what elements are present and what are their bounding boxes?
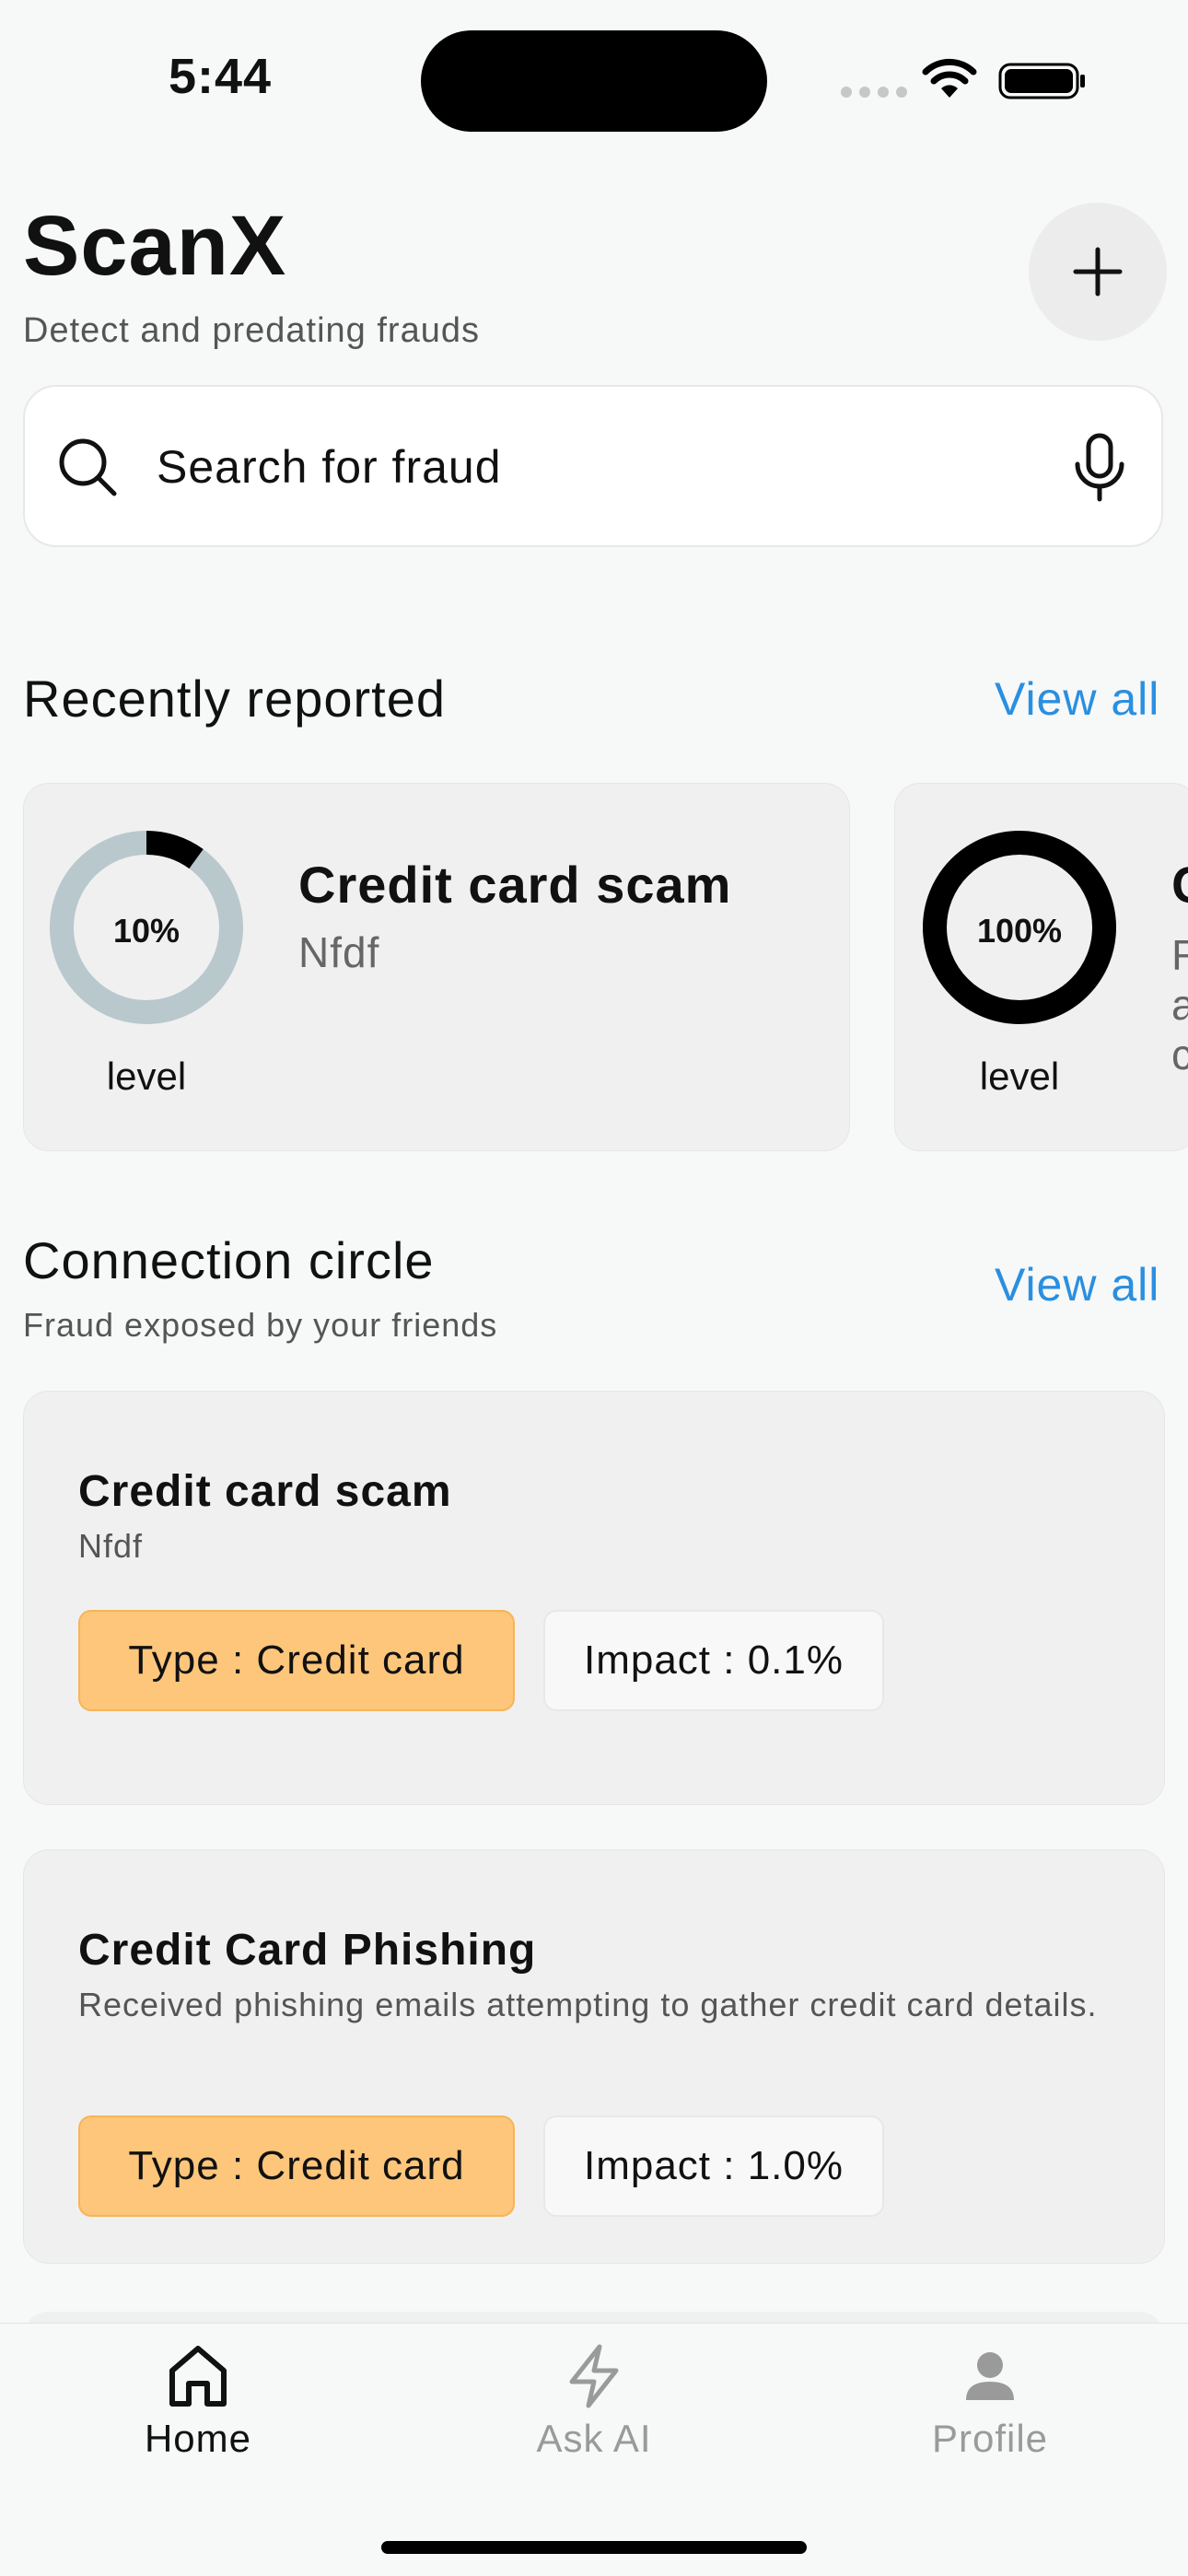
search-input[interactable] bbox=[157, 435, 985, 499]
tab-profile[interactable]: Profile bbox=[852, 2341, 1128, 2461]
status-time: 5:44 bbox=[169, 49, 273, 104]
battery-icon bbox=[998, 63, 1085, 99]
fraud-type-chip: Type : Credit card bbox=[78, 1610, 515, 1711]
page-title: ScanX bbox=[23, 199, 287, 293]
connection-circle-heading: Connection circle bbox=[23, 1231, 435, 1289]
level-label: level bbox=[106, 1055, 187, 1098]
recently-reported-heading: Recently reported bbox=[23, 670, 447, 728]
fraud-impact-chip: Impact : 1.0% bbox=[543, 2116, 884, 2217]
fraud-card-title: Credit Card Phishing bbox=[78, 1926, 537, 1975]
page-subtitle: Detect and predating frauds bbox=[23, 311, 480, 350]
wifi-icon bbox=[922, 58, 977, 98]
level-label: level bbox=[979, 1055, 1060, 1098]
signal-icon bbox=[841, 87, 907, 98]
microphone-icon[interactable] bbox=[1072, 433, 1127, 503]
add-button[interactable] bbox=[1029, 203, 1167, 341]
home-indicator bbox=[381, 2541, 807, 2554]
search-icon bbox=[59, 438, 117, 496]
fraud-impact-chip: Impact : 0.1% bbox=[543, 1610, 884, 1711]
person-icon bbox=[966, 2352, 1014, 2400]
tab-ask-ai-label: Ask AI bbox=[536, 2417, 652, 2460]
recent-card-subtitle: R a c bbox=[1171, 931, 1188, 1078]
lightning-icon bbox=[569, 2344, 619, 2408]
plus-icon bbox=[1073, 247, 1123, 297]
recent-card-title: C bbox=[1171, 855, 1188, 915]
fraud-card-title: Credit card scam bbox=[78, 1467, 452, 1516]
fraud-card-description: Nfdf bbox=[78, 1527, 144, 1565]
fraud-card[interactable] bbox=[23, 1391, 1165, 1805]
tab-profile-label: Profile bbox=[931, 2417, 1049, 2460]
home-icon bbox=[169, 2346, 227, 2407]
connection-circle-view-all[interactable]: View all bbox=[995, 1258, 1159, 1311]
level-percent: 10% bbox=[112, 912, 181, 950]
dynamic-island bbox=[421, 30, 767, 132]
fraud-card-description: Received phishing emails attempting to g… bbox=[78, 1986, 1098, 2023]
recently-reported-view-all[interactable]: View all bbox=[995, 672, 1159, 726]
recent-card-subtitle: Nfdf bbox=[298, 928, 380, 976]
tab-home-label: Home bbox=[144, 2417, 252, 2460]
tab-ask-ai[interactable]: Ask AI bbox=[456, 2341, 732, 2461]
recent-card-title: Credit card scam bbox=[298, 856, 732, 914]
fraud-type-chip: Type : Credit card bbox=[78, 2116, 515, 2217]
tab-home[interactable]: Home bbox=[60, 2341, 336, 2461]
level-percent: 100% bbox=[976, 912, 1063, 950]
connection-circle-subheading: Fraud exposed by your friends bbox=[23, 1306, 498, 1344]
